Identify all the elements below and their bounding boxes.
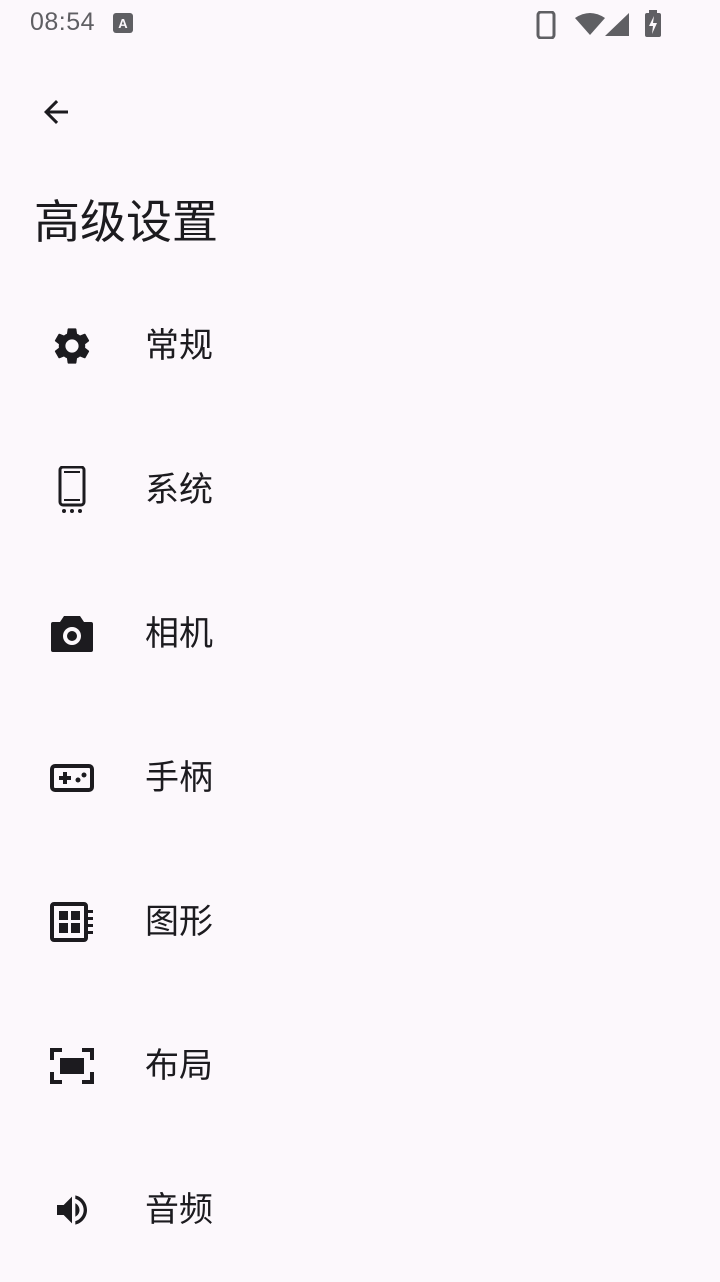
back-button[interactable] [28, 84, 84, 140]
arrow-back-icon [44, 100, 68, 124]
battery-charging-icon [645, 10, 661, 37]
gear-icon [50, 324, 94, 368]
phone-icon [50, 466, 94, 513]
menu-item-general[interactable]: 常规 [0, 274, 720, 418]
phone-status-icon [536, 11, 556, 39]
status-icons [536, 10, 666, 39]
menu-item-camera[interactable]: 相机 [0, 562, 720, 706]
signal-icon [605, 13, 629, 36]
menu-item-label: 系统 [145, 470, 213, 510]
menu-item-layout[interactable]: 布局 [0, 994, 720, 1138]
wifi-icon [575, 13, 605, 35]
menu-item-system[interactable]: 系统 [0, 418, 720, 562]
camera-icon [50, 612, 94, 656]
gamepad-icon [50, 756, 94, 800]
menu-item-audio[interactable]: 音频 [0, 1138, 720, 1282]
fullscreen-layout-icon [50, 1044, 94, 1088]
accessibility-a-icon: A [113, 13, 133, 33]
settings-menu: 常规 系统 相机 手柄 图形 布局 音频 [0, 274, 720, 1282]
graphics-chip-icon [50, 900, 94, 944]
status-time: 08:54 [30, 8, 96, 36]
menu-item-graphics[interactable]: 图形 [0, 850, 720, 994]
page-title: 高级设置 [34, 195, 218, 249]
menu-item-label: 图形 [145, 902, 213, 942]
svg-text:A: A [118, 16, 128, 31]
menu-item-label: 相机 [145, 614, 213, 654]
volume-icon [50, 1188, 94, 1232]
menu-item-label: 布局 [145, 1046, 213, 1086]
menu-item-label: 常规 [145, 326, 213, 366]
menu-item-gamepad[interactable]: 手柄 [0, 706, 720, 850]
menu-item-label: 手柄 [145, 758, 213, 798]
menu-item-label: 音频 [145, 1190, 213, 1230]
status-bar: 08:54 A [0, 0, 720, 48]
